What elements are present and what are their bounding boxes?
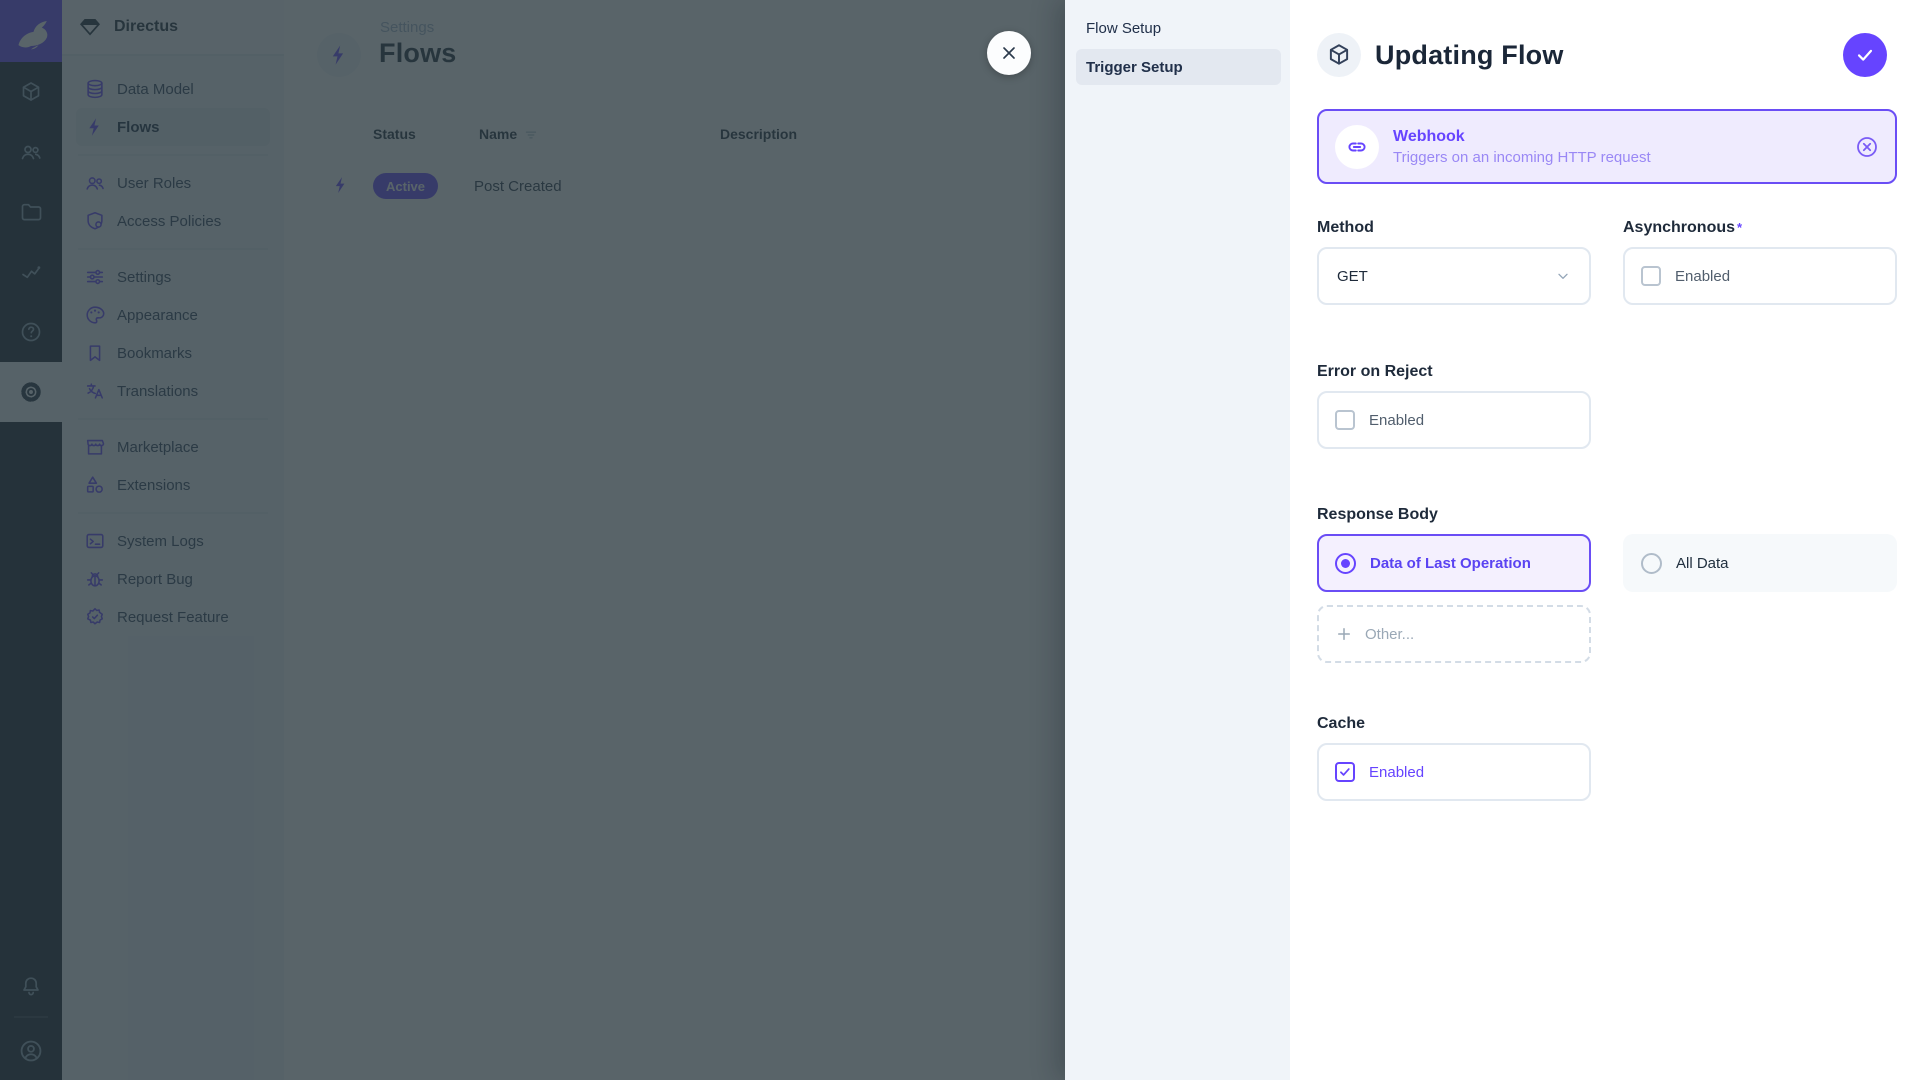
checkbox-checked-icon (1335, 762, 1355, 782)
drawer-title: Updating Flow (1375, 40, 1564, 71)
trigger-type: Webhook (1393, 128, 1651, 146)
error-on-reject-checkbox[interactable]: Enabled (1317, 391, 1591, 449)
response-body-label: Response Body (1317, 505, 1897, 525)
check-icon (1854, 44, 1876, 66)
form-row-error-on-reject: Error on Reject Enabled (1317, 362, 1897, 449)
radio-label: Data of Last Operation (1370, 555, 1531, 572)
radio-unselected-icon (1641, 553, 1662, 574)
cache-section: Cache Enabled (1317, 714, 1897, 801)
method-label: Method (1317, 218, 1591, 238)
error-on-reject-field-group: Error on Reject Enabled (1317, 362, 1591, 449)
close-icon (999, 43, 1019, 63)
drawer-nav-trigger-setup[interactable]: Trigger Setup (1076, 49, 1281, 85)
asynchronous-checkbox[interactable]: Enabled (1623, 247, 1897, 305)
asynchronous-checkbox-label: Enabled (1675, 268, 1730, 285)
webhook-trigger-card[interactable]: Webhook Triggers on an incoming HTTP req… (1317, 109, 1897, 184)
drawer-content: Updating Flow Webhook Triggers on an inc… (1290, 0, 1920, 1080)
asynchronous-label: Asynchronous* (1623, 218, 1897, 238)
radio-label: All Data (1676, 555, 1729, 572)
trigger-card-text: Webhook Triggers on an incoming HTTP req… (1393, 128, 1651, 166)
link-icon (1345, 135, 1369, 159)
directus-app: Directus Data Model Flows User Roles Acc… (0, 0, 1920, 1080)
form-row-method-async: Method GET Asynchronous* Enabled (1317, 218, 1897, 305)
radio-all-data[interactable]: All Data (1623, 534, 1897, 592)
other-placeholder: Other... (1365, 626, 1414, 643)
cache-checkbox[interactable]: Enabled (1317, 743, 1591, 801)
updating-flow-drawer: Flow Setup Trigger Setup Updating Flow W… (1065, 0, 1920, 1080)
close-drawer-button[interactable] (987, 31, 1031, 75)
checkbox-unchecked-icon (1641, 266, 1661, 286)
method-value: GET (1337, 268, 1368, 285)
required-marker: * (1737, 220, 1742, 235)
radio-selected-icon (1335, 553, 1356, 574)
drawer-header: Updating Flow (1317, 0, 1897, 77)
cache-checkbox-label: Enabled (1369, 764, 1424, 781)
error-on-reject-label: Error on Reject (1317, 362, 1591, 382)
cache-label: Cache (1317, 714, 1897, 734)
drawer-nav-flow-setup[interactable]: Flow Setup (1076, 10, 1281, 46)
drawer-nav: Flow Setup Trigger Setup (1065, 0, 1290, 1080)
response-body-other-row: Other... (1317, 592, 1897, 663)
response-body-options: Data of Last Operation All Data (1317, 525, 1897, 592)
drawer-icon-circle (1317, 33, 1361, 77)
remove-trigger-icon[interactable] (1855, 135, 1879, 159)
error-on-reject-checkbox-label: Enabled (1369, 412, 1424, 429)
plus-icon (1335, 625, 1353, 643)
save-button[interactable] (1843, 33, 1887, 77)
other-option-input[interactable]: Other... (1317, 605, 1591, 663)
trigger-description: Triggers on an incoming HTTP request (1393, 149, 1651, 166)
chevron-down-icon (1555, 268, 1571, 284)
response-body-section: Response Body Data of Last Operation All… (1317, 505, 1897, 663)
asynchronous-field-group: Asynchronous* Enabled (1623, 218, 1897, 305)
method-select[interactable]: GET (1317, 247, 1591, 305)
drawer-backdrop[interactable] (0, 0, 1065, 1080)
method-field-group: Method GET (1317, 218, 1591, 305)
cube-icon (1326, 42, 1352, 68)
radio-data-of-last-operation[interactable]: Data of Last Operation (1317, 534, 1591, 592)
checkbox-unchecked-icon (1335, 410, 1355, 430)
link-icon-circle (1335, 125, 1379, 169)
